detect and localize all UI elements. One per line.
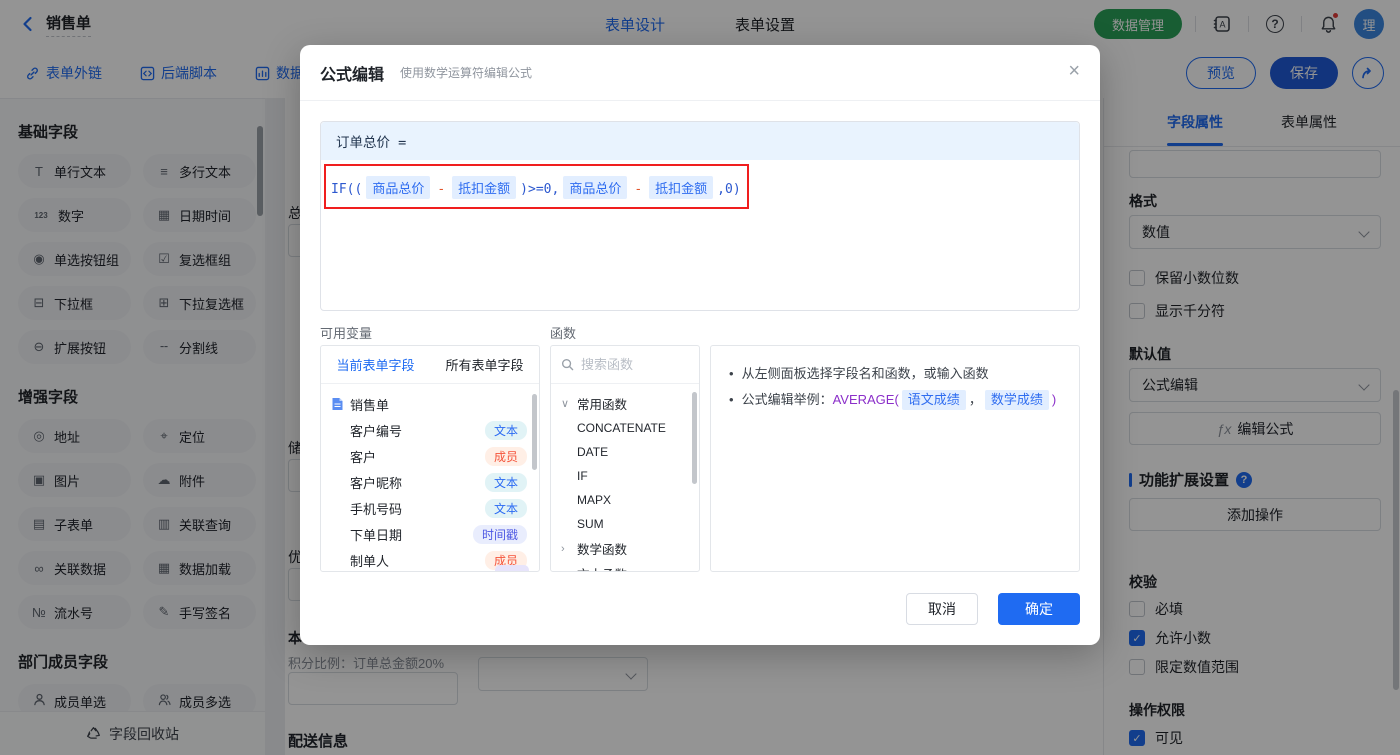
close-icon[interactable]: × (1068, 61, 1080, 81)
formula-target-field: 订单总价 = (321, 122, 1079, 160)
type-badge: 文本 (484, 472, 527, 492)
variable-row[interactable]: 客户 成员 (331, 443, 529, 469)
variables-list: 销售单 客户编号 文本 客户 成员 客户昵称 文本 手机号码 文本 下单日期 时… (321, 384, 539, 571)
formula-editor[interactable]: 订单总价 = IF((商品总价 - 抵扣金额)>=0, 商品总价 - 抵扣金额 ,0) (320, 121, 1080, 311)
formula-text: )>=0, (520, 182, 560, 197)
function-item[interactable]: MAPX (561, 488, 689, 512)
function-item[interactable]: SUM (561, 512, 689, 536)
field-token[interactable]: 抵扣金额 (452, 176, 517, 199)
field-token[interactable]: 商品总价 (563, 176, 628, 199)
variable-row[interactable]: 手机号码 文本 (331, 495, 529, 521)
form-root-node[interactable]: 销售单 (331, 391, 529, 417)
field-token[interactable]: 商品总价 (366, 176, 431, 199)
search-input[interactable] (581, 357, 681, 372)
example-function-name: AVERAGE( (832, 392, 899, 407)
function-tree: ∨ 常用函数 CONCATENATE DATE IF MAPX SUM › 数学… (551, 384, 699, 572)
cancel-button[interactable]: 取消 (906, 593, 978, 625)
function-group-text[interactable]: › 文本函数 (561, 561, 689, 572)
variables-tabs: 当前表单字段 所有表单字段 (321, 346, 539, 384)
example-field-token: 语文成绩 (901, 390, 966, 410)
type-badge: 时间戳 (472, 524, 527, 544)
tab-current-form-fields[interactable]: 当前表单字段 (321, 346, 430, 383)
example-field-token: 数学成绩 (984, 390, 1049, 410)
app: 销售单 表单设计 表单设置 数据管理 A ? 理 表单外链 后端脚本 数据权 预… (0, 0, 1400, 755)
formula-text: IF(( (331, 182, 363, 197)
modal-title: 公式编辑 (320, 66, 385, 84)
formula-edit-modal: 公式编辑 使用数学运算符编辑公式 × 订单总价 = IF((商品总价 - 抵扣金额)… (300, 45, 1100, 645)
help-pane: • 从左侧面板选择字段名和函数，或输入函数 • 公式编辑举例：AVERAGE(语… (710, 345, 1080, 572)
functions-scrollbar[interactable] (692, 392, 697, 484)
operator-token: - (437, 182, 446, 197)
modal-columns: 可用变量 当前表单字段 所有表单字段 销售单 客户编号 文本 客户 成员 客户昵… (320, 311, 1080, 572)
help-label-spacer (710, 323, 1080, 338)
variable-row[interactable]: 客户编号 文本 (331, 417, 529, 443)
type-badge: 成员 (484, 446, 527, 466)
variables-scrollbar[interactable] (532, 394, 537, 470)
type-badge: 文本 (484, 498, 527, 518)
variables-label: 可用变量 (320, 326, 373, 341)
help-line-2: • 公式编辑举例：AVERAGE(语文成绩，数学成绩) (729, 387, 1061, 413)
caret-right-icon: › (561, 568, 572, 572)
field-token[interactable]: 抵扣金额 (649, 176, 714, 199)
function-item[interactable]: DATE (561, 440, 689, 464)
variable-row[interactable]: 客户昵称 文本 (331, 469, 529, 495)
form-doc-icon (332, 398, 343, 410)
function-item[interactable]: IF (561, 464, 689, 488)
function-search[interactable] (551, 346, 699, 384)
search-icon (561, 358, 574, 371)
help-line-1: • 从左侧面板选择字段名和函数，或输入函数 (729, 366, 989, 381)
modal-subtitle: 使用数学运算符编辑公式 (400, 66, 533, 80)
formula-text: ,0) (717, 182, 741, 197)
function-group-common[interactable]: ∨ 常用函数 (561, 391, 689, 416)
variable-row[interactable]: 下单日期 时间戳 (331, 521, 529, 547)
caret-right-icon: › (561, 542, 565, 555)
function-item[interactable]: CONCATENATE (561, 416, 689, 440)
variables-pane: 当前表单字段 所有表单字段 销售单 客户编号 文本 客户 成员 客户昵称 文本 … (320, 345, 540, 572)
type-badge: 文本 (484, 420, 527, 440)
caret-down-icon: ∨ (561, 398, 570, 410)
modal-header: 公式编辑 使用数学运算符编辑公式 × (300, 45, 1100, 101)
partial-badge (495, 565, 529, 571)
functions-label: 函数 (550, 326, 577, 341)
functions-pane: ∨ 常用函数 CONCATENATE DATE IF MAPX SUM › 数学… (550, 345, 700, 572)
confirm-button[interactable]: 确定 (998, 593, 1080, 625)
function-group-math[interactable]: › 数学函数 (561, 536, 689, 561)
modal-footer: 取消 确定 (906, 593, 1080, 625)
operator-token: - (634, 182, 643, 197)
formula-expression[interactable]: IF((商品总价 - 抵扣金额)>=0, 商品总价 - 抵扣金额 ,0) (321, 160, 1079, 215)
tab-all-form-fields[interactable]: 所有表单字段 (430, 346, 539, 383)
